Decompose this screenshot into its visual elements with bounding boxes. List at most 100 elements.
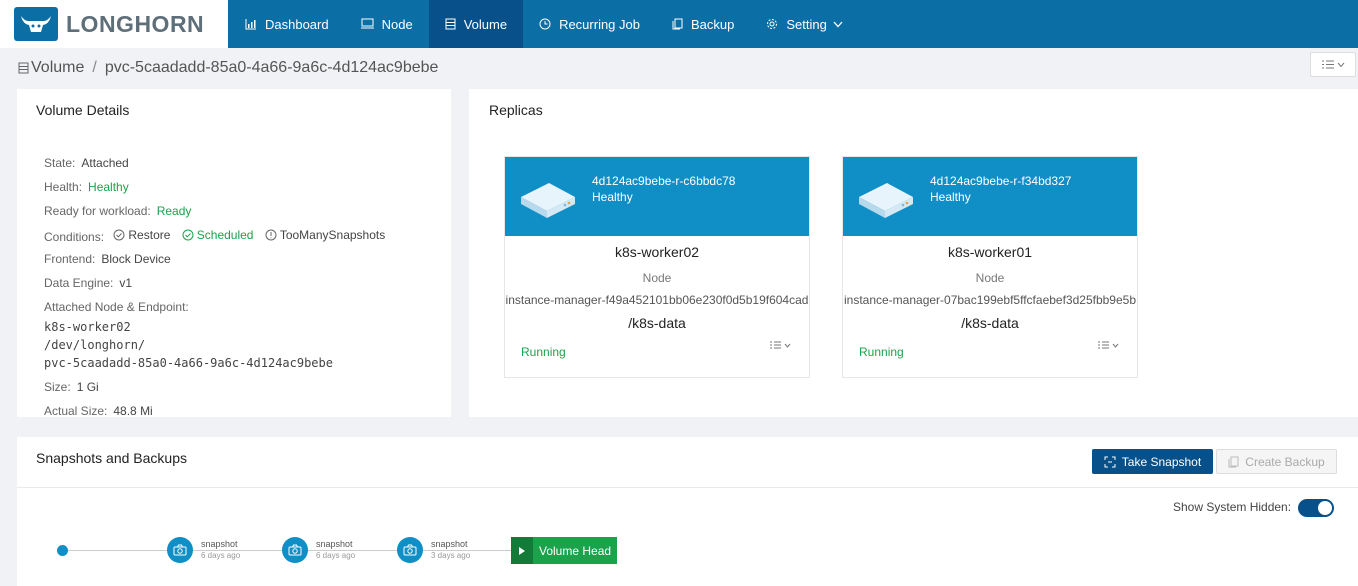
ready-row: Ready for workload: Ready: [44, 204, 192, 218]
attached-label: Attached Node & Endpoint:: [44, 300, 189, 314]
page-actions-menu[interactable]: [1310, 52, 1356, 77]
system-hidden-label: Show System Hidden:: [1173, 500, 1292, 514]
replica-instance-manager: instance-manager-f49a452101bb06e230f0d5b…: [505, 293, 809, 307]
ready-value: Ready: [156, 204, 192, 218]
conditions-row: Conditions: Restore Scheduled TooManySna…: [44, 228, 386, 244]
copy-icon: [1228, 456, 1239, 467]
snapshot-label: snapshot: [431, 539, 468, 549]
volume-details-panel: Volume Details State: Attached Health: Hea…: [17, 89, 451, 417]
logo[interactable]: LONGHORN: [0, 0, 228, 48]
snapshot-age: 6 days ago: [316, 551, 356, 560]
camera-icon: [403, 544, 417, 556]
replica-path: /k8s-data: [961, 315, 1019, 331]
divider: [17, 487, 1358, 488]
system-hidden-toggle[interactable]: [1298, 499, 1334, 517]
snapshot-node[interactable]: [167, 537, 193, 563]
list-icon: [1098, 341, 1109, 349]
replica-node: k8s-worker02: [614, 244, 700, 260]
size-row: Size: 1 Gi: [44, 380, 99, 394]
snapshot-label: snapshot: [316, 539, 353, 549]
replica-status: Running: [859, 345, 904, 359]
panel-title: Replicas: [489, 102, 543, 118]
endpoint-path: pvc-5caadadd-85a0-4a66-9a6c-4d124ac9bebe: [44, 356, 333, 370]
replica-node-label: Node: [975, 271, 1005, 285]
replica-actions-menu[interactable]: [770, 341, 791, 349]
state-row: State: Attached: [44, 156, 129, 170]
timeline-root-dot[interactable]: [57, 545, 68, 556]
breadcrumb-volume-link[interactable]: Volume: [18, 59, 84, 77]
volume-icon: [18, 62, 29, 74]
gear-icon: [767, 19, 778, 29]
replicas-panel: Replicas 4d124ac9bebe-r-c6bbdc78 Healthy…: [469, 89, 1358, 417]
nav-setting[interactable]: Setting: [750, 0, 858, 48]
volume-head-label: Volume Head: [539, 543, 612, 558]
chevron-down-icon: [1337, 62, 1344, 67]
replica-card[interactable]: 4d124ac9bebe-r-c6bbdc78 Healthy k8s-work…: [504, 156, 810, 378]
copy-icon: [672, 18, 683, 30]
health-row: Health: Healthy: [44, 180, 129, 194]
replica-status: Running: [521, 345, 566, 359]
brand-name: LONGHORN: [66, 10, 205, 37]
replica-node: k8s-worker01: [947, 244, 1033, 260]
frontend-row: Frontend: Block Device: [44, 252, 171, 266]
panel-title: Volume Details: [36, 102, 130, 118]
replica-path: /k8s-data: [628, 315, 686, 331]
play-icon: [511, 537, 533, 564]
dashboard-icon: [245, 19, 256, 30]
nav-label: Setting: [786, 16, 827, 32]
camera-icon: [173, 544, 187, 556]
condition-restore: Restore: [113, 228, 170, 242]
attached-node: k8s-worker02: [44, 320, 131, 334]
chevron-down-icon: [1112, 343, 1119, 348]
nav-volume[interactable]: Volume: [428, 0, 524, 48]
snapshot-label: snapshot: [201, 539, 238, 549]
take-snapshot-button[interactable]: Take Snapshot: [1092, 449, 1213, 474]
replica-actions-menu[interactable]: [1098, 341, 1119, 349]
list-icon: [1321, 60, 1334, 69]
top-bar: LONGHORN Dashboard Node Volume Recurring…: [0, 0, 1358, 48]
snapshot-node[interactable]: [397, 537, 423, 563]
replica-node-label: Node: [642, 271, 672, 285]
volume-head-node[interactable]: Volume Head: [511, 537, 617, 564]
snapshot-age: 3 days ago: [431, 551, 471, 560]
snapshot-node[interactable]: [282, 537, 308, 563]
health-value: Healthy: [88, 180, 129, 194]
list-icon: [770, 341, 781, 349]
nav-node[interactable]: Node: [345, 0, 429, 48]
nav-label: Recurring Job: [559, 16, 640, 32]
breadcrumb-separator: /: [92, 59, 97, 76]
actual-size-row: Actual Size: 48.8 Mi: [44, 404, 153, 417]
breadcrumb-current: pvc-5caadadd-85a0-4a66-9a6c-4d124ac9bebe: [104, 59, 439, 76]
nav-recurring-job[interactable]: Recurring Job: [523, 0, 656, 48]
breadcrumb: Volume / pvc-5caadadd-85a0-4a66-9a6c-4d1…: [18, 59, 438, 77]
nav-label: Volume: [463, 16, 508, 32]
disk-icon: [521, 183, 575, 218]
replica-card[interactable]: 4d124ac9bebe-r-f34bd327 Healthy k8s-work…: [842, 156, 1138, 378]
disk-icon: [859, 183, 913, 218]
chevron-down-icon: [833, 21, 843, 27]
snapshot-age: 6 days ago: [201, 551, 241, 560]
info-circle-icon: [265, 229, 277, 241]
clock-icon: [539, 18, 551, 30]
chevron-down-icon: [784, 343, 791, 348]
nav-label: Backup: [691, 16, 735, 32]
toggle-knob: [1318, 501, 1332, 515]
snapshots-panel: Snapshots and Backups Take Snapshot Crea…: [17, 437, 1358, 586]
longhorn-logo-icon: [14, 7, 58, 41]
replica-health: Healthy: [592, 190, 633, 204]
nav-dashboard[interactable]: Dashboard: [228, 0, 345, 48]
monitor-icon: [360, 18, 374, 29]
endpoint-path: /dev/longhorn/: [44, 338, 146, 352]
create-backup-button[interactable]: Create Backup: [1216, 449, 1337, 474]
check-circle-icon: [113, 229, 125, 241]
replica-header: 4d124ac9bebe-r-f34bd327 Healthy: [843, 157, 1137, 236]
data-engine-row: Data Engine: v1: [44, 276, 133, 290]
replica-health: Healthy: [930, 190, 971, 204]
replica-instance-manager: instance-manager-07bac199ebf5ffcfaebef3d…: [843, 293, 1136, 307]
nav-label: Node: [381, 16, 413, 32]
condition-scheduled: Scheduled: [182, 228, 253, 242]
camera-icon: [288, 544, 302, 556]
nav-backup[interactable]: Backup: [656, 0, 750, 48]
condition-too-many-snapshots: TooManySnapshots: [265, 228, 385, 242]
panel-title: Snapshots and Backups: [36, 450, 187, 466]
